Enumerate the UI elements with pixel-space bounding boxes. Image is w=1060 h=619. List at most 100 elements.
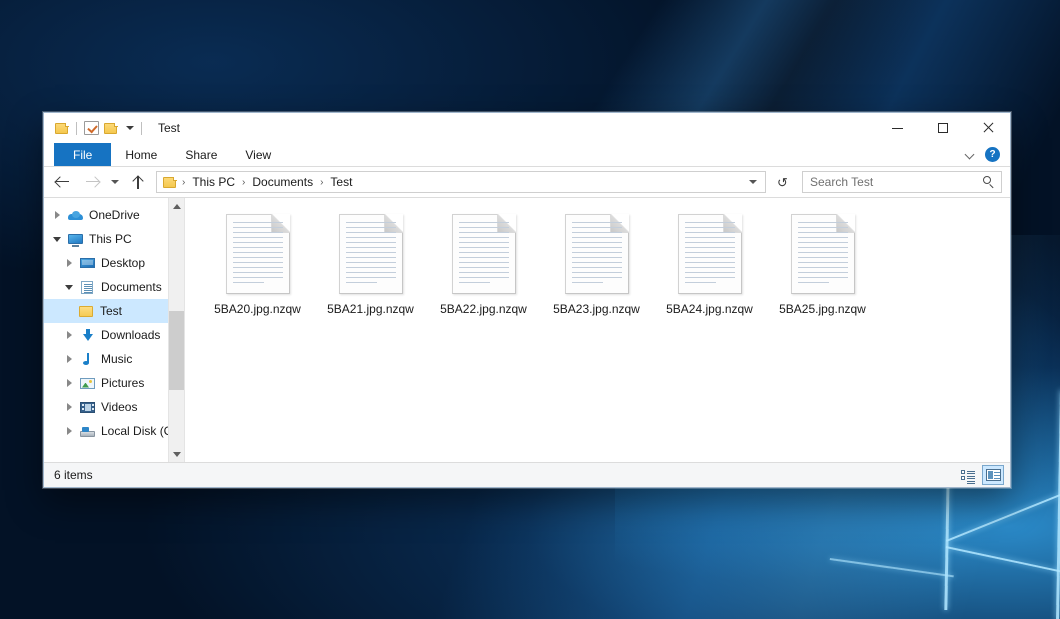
- scrollbar-thumb[interactable]: [169, 311, 184, 390]
- expand-chevron-icon[interactable]: [50, 208, 64, 222]
- recent-locations-button[interactable]: [106, 170, 124, 194]
- navigation-scrollbar[interactable]: [168, 198, 184, 462]
- arrow-right-icon: [84, 176, 99, 188]
- arrow-left-icon: [56, 176, 71, 188]
- generic-file-icon: [791, 214, 855, 294]
- scroll-down-icon: [173, 452, 181, 457]
- details-view-button[interactable]: [957, 465, 979, 485]
- window-controls: [875, 113, 1010, 143]
- tab-home[interactable]: Home: [111, 143, 171, 166]
- large-icons-view-icon: [986, 469, 1001, 481]
- quick-access-toolbar: Test: [44, 113, 180, 143]
- expand-chevron-icon[interactable]: [62, 424, 76, 438]
- expand-chevron-icon[interactable]: [62, 400, 76, 414]
- search-icon: [983, 176, 996, 189]
- generic-file-icon: [452, 214, 516, 294]
- window-title: Test: [158, 121, 180, 135]
- collapse-chevron-icon[interactable]: [50, 232, 64, 246]
- sidebar-item-test[interactable]: Test: [44, 299, 168, 323]
- sidebar-item-local-disk-c[interactable]: Local Disk (C:): [44, 419, 168, 443]
- tab-view[interactable]: View: [231, 143, 285, 166]
- details-view-icon: [961, 470, 975, 481]
- file-item[interactable]: 5BA21.jpg.nzqw: [314, 212, 427, 334]
- expand-chevron-icon[interactable]: [62, 352, 76, 366]
- help-icon[interactable]: ?: [985, 147, 1000, 162]
- chevron-down-icon[interactable]: [966, 150, 975, 159]
- close-button[interactable]: [965, 113, 1010, 143]
- file-name: 5BA21.jpg.nzqw: [324, 301, 417, 318]
- navigation-pane: OneDrive This PC Desktop Documents: [44, 198, 185, 462]
- folder-icon[interactable]: [163, 176, 177, 188]
- file-name: 5BA22.jpg.nzqw: [437, 301, 530, 318]
- sidebar-item-desktop[interactable]: Desktop: [44, 251, 168, 275]
- file-item[interactable]: 5BA22.jpg.nzqw: [427, 212, 540, 334]
- tab-file[interactable]: File: [54, 143, 111, 166]
- large-icons-view-button[interactable]: [982, 465, 1004, 485]
- sidebar-item-label: Test: [100, 304, 122, 318]
- desktop-icon: [79, 256, 96, 271]
- sidebar-item-downloads[interactable]: Downloads: [44, 323, 168, 347]
- generic-file-icon: [226, 214, 290, 294]
- breadcrumb-item-test[interactable]: Test: [325, 173, 357, 191]
- file-item[interactable]: 5BA23.jpg.nzqw: [540, 212, 653, 334]
- breadcrumb-separator: ›: [241, 177, 246, 188]
- sidebar-item-label: Pictures: [101, 376, 144, 390]
- scroll-down-button[interactable]: [169, 446, 184, 462]
- sidebar-item-this-pc[interactable]: This PC: [44, 227, 168, 251]
- maximize-button[interactable]: [920, 113, 965, 143]
- file-list-pane[interactable]: 5BA20.jpg.nzqw 5BA21.jpg.nzqw: [185, 198, 1010, 462]
- breadcrumb-separator: ›: [319, 177, 324, 188]
- file-explorer-window: Test File Home Share View ?: [43, 112, 1011, 488]
- chevron-down-icon[interactable]: [126, 126, 134, 130]
- sidebar-item-label: This PC: [89, 232, 132, 246]
- sidebar-item-videos[interactable]: Videos: [44, 395, 168, 419]
- breadcrumb-bar[interactable]: › This PC › Documents › Test: [156, 171, 766, 193]
- generic-file-icon: [565, 214, 629, 294]
- item-count-label: 6 items: [54, 468, 93, 482]
- refresh-button[interactable]: ↻: [770, 171, 794, 193]
- videos-icon: [79, 400, 96, 415]
- navigation-tree: OneDrive This PC Desktop Documents: [44, 198, 168, 462]
- sidebar-item-documents[interactable]: Documents: [44, 275, 168, 299]
- expand-chevron-icon[interactable]: [62, 328, 76, 342]
- sidebar-item-pictures[interactable]: Pictures: [44, 371, 168, 395]
- close-icon: [982, 122, 994, 134]
- title-bar: Test: [44, 113, 1010, 143]
- chevron-down-icon: [749, 180, 757, 184]
- search-input[interactable]: Search Test: [802, 171, 1002, 193]
- toolbar-divider: [76, 122, 77, 135]
- expand-chevron-icon[interactable]: [62, 256, 76, 270]
- scroll-up-icon: [173, 204, 181, 209]
- search-placeholder: Search Test: [810, 175, 873, 189]
- sidebar-item-label: Downloads: [101, 328, 160, 342]
- back-button[interactable]: [50, 170, 76, 194]
- collapse-chevron-icon[interactable]: [62, 280, 76, 294]
- expand-chevron-icon[interactable]: [62, 376, 76, 390]
- view-switcher: [957, 465, 1004, 485]
- file-item[interactable]: 5BA20.jpg.nzqw: [201, 212, 314, 334]
- breadcrumb-item-this-pc[interactable]: This PC: [187, 173, 240, 191]
- new-folder-icon[interactable]: [104, 122, 118, 134]
- breadcrumb: › This PC › Documents › Test: [162, 173, 743, 191]
- minimize-button[interactable]: [875, 113, 920, 143]
- address-dropdown-button[interactable]: [743, 180, 763, 184]
- properties-icon[interactable]: [84, 121, 99, 135]
- tab-share[interactable]: Share: [171, 143, 231, 166]
- documents-icon: [79, 280, 96, 295]
- forward-button[interactable]: [78, 170, 104, 194]
- explorer-body: OneDrive This PC Desktop Documents: [44, 197, 1010, 462]
- file-name: 5BA25.jpg.nzqw: [776, 301, 869, 318]
- arrow-up-icon: [132, 175, 144, 189]
- address-bar: › This PC › Documents › Test ↻ Search Te…: [44, 167, 1010, 197]
- file-name: 5BA20.jpg.nzqw: [211, 301, 304, 318]
- scrollbar-track[interactable]: [169, 214, 184, 446]
- file-item[interactable]: 5BA24.jpg.nzqw: [653, 212, 766, 334]
- breadcrumb-item-documents[interactable]: Documents: [247, 173, 318, 191]
- scroll-up-button[interactable]: [169, 198, 184, 214]
- chevron-down-icon: [111, 180, 119, 184]
- up-button[interactable]: [126, 170, 150, 194]
- folder-icon[interactable]: [55, 122, 69, 134]
- sidebar-item-music[interactable]: Music: [44, 347, 168, 371]
- file-item[interactable]: 5BA25.jpg.nzqw: [766, 212, 879, 334]
- sidebar-item-onedrive[interactable]: OneDrive: [44, 203, 168, 227]
